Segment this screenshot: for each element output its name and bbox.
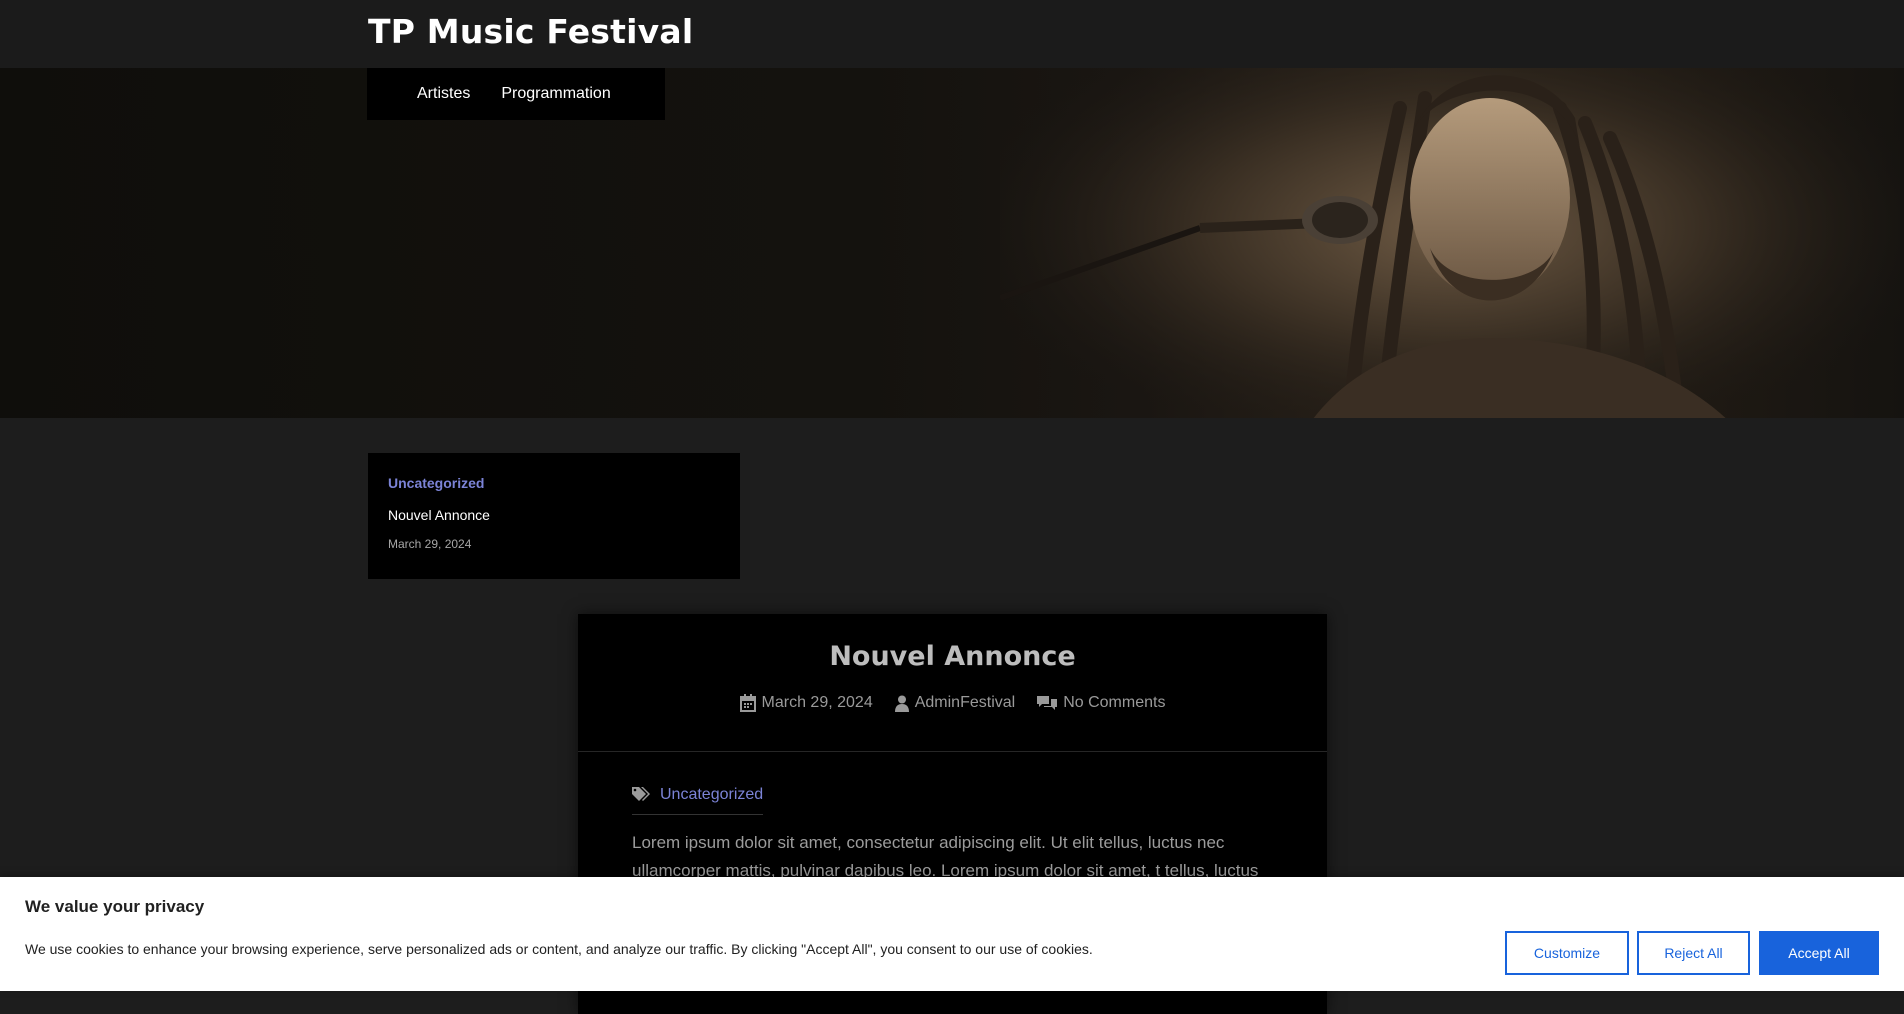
article-meta: March 29, 2024 AdminFestival No Comments	[578, 694, 1327, 712]
hero-image	[1000, 68, 1900, 418]
user-icon	[894, 695, 909, 712]
recent-post-card: Uncategorized Nouvel Annonce March 29, 2…	[368, 453, 740, 579]
article-title: Nouvel Annonce	[829, 641, 1076, 672]
meta-comments[interactable]: No Comments	[1037, 694, 1165, 712]
meta-author[interactable]: AdminFestival	[894, 694, 1016, 712]
comments-icon	[1037, 696, 1058, 710]
post-card-category-link[interactable]: Uncategorized	[388, 475, 720, 491]
nav-item-programmation[interactable]: Programmation	[501, 85, 610, 103]
reject-all-button[interactable]: Reject All	[1637, 931, 1750, 975]
article-category: Uncategorized	[632, 786, 764, 815]
cookie-title: We value your privacy	[25, 897, 205, 916]
article-category-link[interactable]: Uncategorized	[660, 786, 763, 804]
main-nav: Artistes Programmation	[367, 68, 665, 120]
cookie-text: We use cookies to enhance your browsing …	[25, 941, 1093, 957]
meta-date-text: March 29, 2024	[761, 694, 873, 711]
meta-comments-text: No Comments	[1063, 694, 1166, 711]
post-card-title-link[interactable]: Nouvel Annonce	[388, 507, 720, 523]
hero-banner	[0, 68, 1904, 418]
site-header: TP Music Festival	[0, 0, 1904, 68]
customize-button[interactable]: Customize	[1505, 931, 1629, 975]
meta-date: March 29, 2024	[739, 694, 873, 712]
calendar-icon	[739, 694, 756, 712]
accept-all-button[interactable]: Accept All	[1759, 931, 1879, 975]
article-header: Nouvel Annonce March 29, 2024 AdminFesti…	[578, 614, 1327, 752]
site-title[interactable]: TP Music Festival	[368, 12, 693, 51]
meta-author-text: AdminFestival	[914, 694, 1016, 711]
nav-item-artistes[interactable]: Artistes	[417, 85, 470, 103]
tags-icon	[632, 787, 650, 801]
cookie-banner: We value your privacy We use cookies to …	[0, 877, 1904, 991]
post-card-date: March 29, 2024	[388, 537, 472, 551]
